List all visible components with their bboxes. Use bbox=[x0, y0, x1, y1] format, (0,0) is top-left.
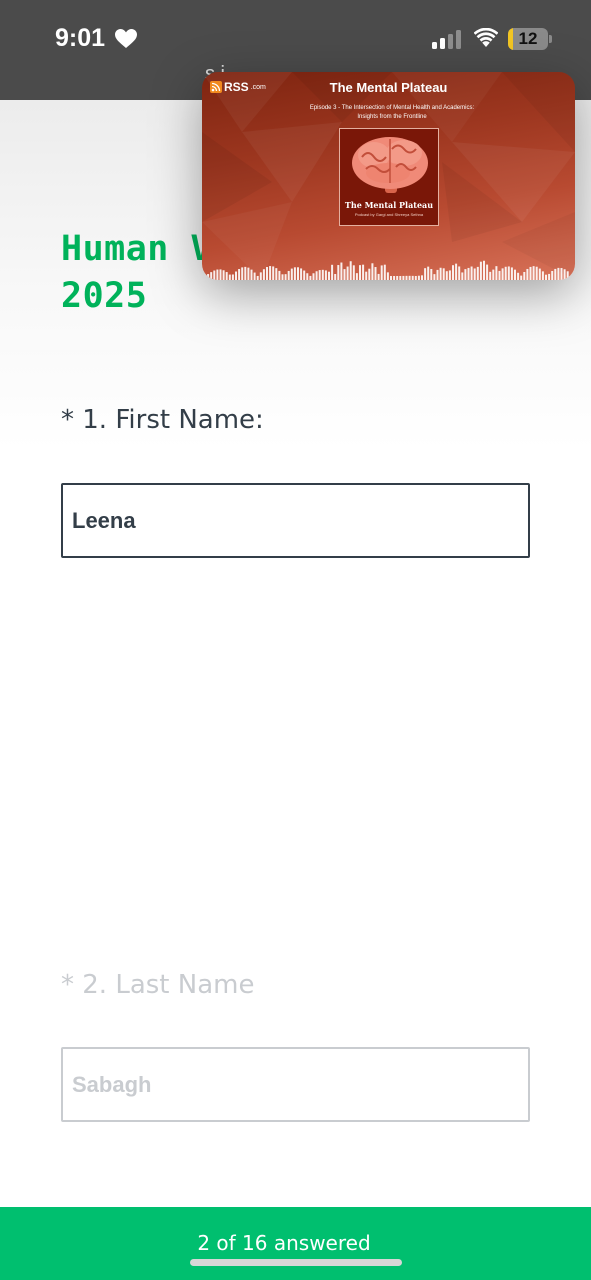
home-indicator[interactable] bbox=[190, 1259, 402, 1266]
progress-footer: 2 of 16 answered bbox=[0, 1207, 591, 1280]
wifi-icon bbox=[474, 28, 498, 47]
battery-icon: 12 bbox=[508, 28, 552, 50]
first-name-input[interactable]: Leena bbox=[61, 483, 530, 558]
heart-icon bbox=[115, 29, 137, 48]
question-last-name-label: * 2. Last Name bbox=[61, 970, 255, 1000]
podcast-title: The Mental Plateau bbox=[329, 80, 448, 95]
question-first-name-label: * 1. First Name: bbox=[61, 405, 264, 435]
podcast-artwork: The Mental Plateau Podcast by Gargi and … bbox=[339, 128, 439, 226]
progress-text: 2 of 16 answered bbox=[197, 1231, 371, 1255]
waveform-icon bbox=[204, 260, 569, 280]
last-name-input[interactable]: Sabagh bbox=[61, 1047, 530, 1122]
battery-level: 12 bbox=[518, 29, 538, 48]
artwork-subtitle: Podcast by Gargi and Shreeya Sethna bbox=[354, 212, 424, 217]
episode-title: Episode 3 - The Intersection of Mental H… bbox=[309, 105, 475, 120]
podcast-pip-player[interactable]: RSS .com The Mental Plateau Episode 3 - T… bbox=[202, 72, 575, 280]
clock: 9:01 bbox=[55, 24, 106, 52]
artwork-title: The Mental Plateau bbox=[344, 200, 434, 210]
brain-icon bbox=[352, 137, 428, 193]
signal-icon bbox=[432, 30, 461, 49]
